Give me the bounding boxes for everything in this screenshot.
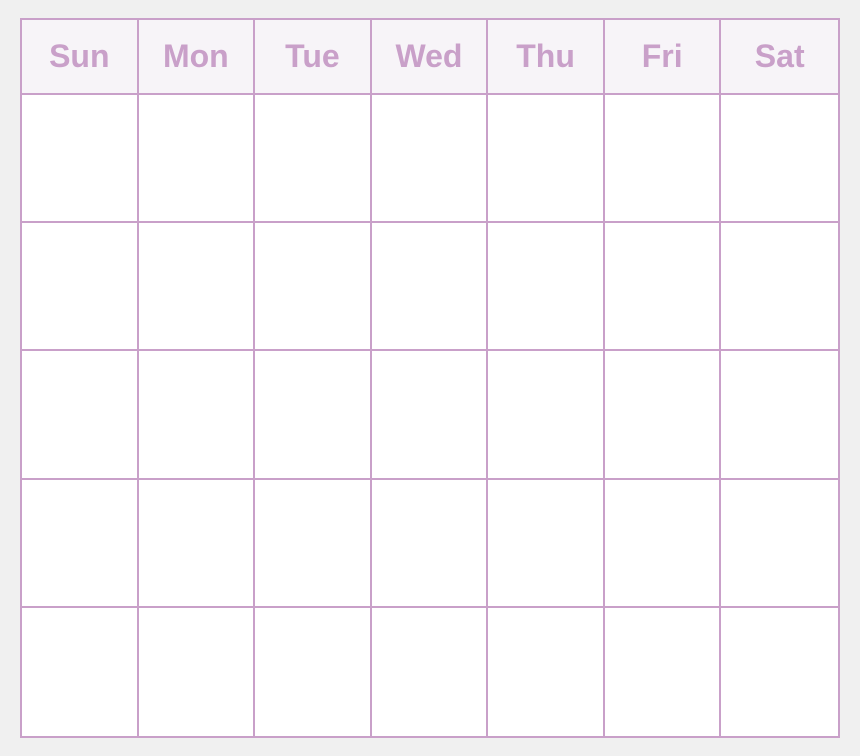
- table-row[interactable]: [22, 95, 139, 223]
- table-row[interactable]: [372, 223, 489, 351]
- table-row[interactable]: [605, 95, 722, 223]
- table-row[interactable]: [22, 480, 139, 608]
- table-row[interactable]: [22, 223, 139, 351]
- table-row[interactable]: [488, 480, 605, 608]
- table-row[interactable]: [139, 223, 256, 351]
- header-mon: Mon: [139, 20, 256, 93]
- header-wed: Wed: [372, 20, 489, 93]
- table-row[interactable]: [605, 351, 722, 479]
- table-row[interactable]: [605, 608, 722, 736]
- calendar: Sun Mon Tue Wed Thu Fri Sat: [20, 18, 840, 738]
- table-row[interactable]: [721, 223, 838, 351]
- table-row[interactable]: [372, 95, 489, 223]
- table-row[interactable]: [605, 223, 722, 351]
- table-row[interactable]: [372, 480, 489, 608]
- table-row[interactable]: [372, 351, 489, 479]
- table-row[interactable]: [255, 480, 372, 608]
- header-thu: Thu: [488, 20, 605, 93]
- table-row[interactable]: [721, 95, 838, 223]
- table-row[interactable]: [139, 608, 256, 736]
- table-row[interactable]: [488, 95, 605, 223]
- calendar-header: Sun Mon Tue Wed Thu Fri Sat: [22, 20, 838, 95]
- header-sun: Sun: [22, 20, 139, 93]
- table-row[interactable]: [139, 351, 256, 479]
- table-row[interactable]: [255, 351, 372, 479]
- table-row[interactable]: [22, 351, 139, 479]
- table-row[interactable]: [255, 95, 372, 223]
- table-row[interactable]: [372, 608, 489, 736]
- calendar-body: [22, 95, 838, 736]
- table-row[interactable]: [255, 223, 372, 351]
- table-row[interactable]: [139, 480, 256, 608]
- table-row[interactable]: [721, 608, 838, 736]
- table-row[interactable]: [22, 608, 139, 736]
- table-row[interactable]: [488, 608, 605, 736]
- table-row[interactable]: [605, 480, 722, 608]
- table-row[interactable]: [255, 608, 372, 736]
- header-sat: Sat: [721, 20, 838, 93]
- table-row[interactable]: [721, 480, 838, 608]
- header-tue: Tue: [255, 20, 372, 93]
- table-row[interactable]: [488, 351, 605, 479]
- table-row[interactable]: [488, 223, 605, 351]
- table-row[interactable]: [721, 351, 838, 479]
- table-row[interactable]: [139, 95, 256, 223]
- header-fri: Fri: [605, 20, 722, 93]
